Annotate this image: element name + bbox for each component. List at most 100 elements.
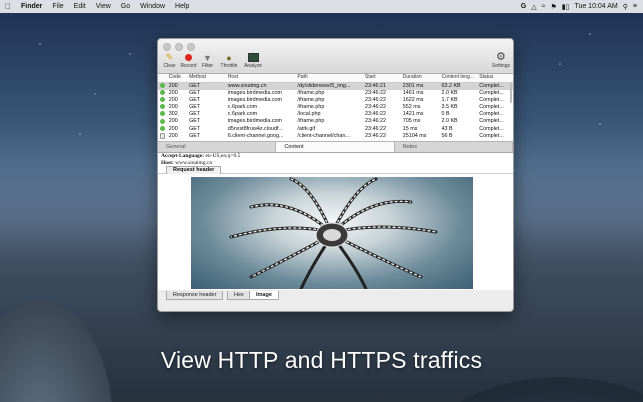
cell-path: /local.php bbox=[297, 111, 321, 118]
cell-host: www.sinaimg.cn bbox=[227, 83, 267, 89]
table-row[interactable]: 200 GET images.birdmedia.com/iframe.php 23:… bbox=[158, 118, 513, 125]
cell-code: 302 bbox=[168, 111, 178, 118]
cell-path: /atrk.gif bbox=[297, 125, 316, 132]
tab-content[interactable]: Content bbox=[276, 142, 395, 152]
battery-icon[interactable]: ▮▯ bbox=[562, 3, 570, 11]
cell-method: GET bbox=[189, 97, 201, 104]
table-row[interactable]: 302 GET c.6park.com/local.php 23:46:22 1421 … bbox=[158, 111, 513, 118]
table-row[interactable]: 200 GET images.birdmedia.com/iframe.php 23:… bbox=[158, 90, 513, 97]
cell-length: 63.2 KB bbox=[441, 83, 461, 89]
cell-status: Complet... bbox=[479, 125, 504, 132]
zoom-button[interactable] bbox=[187, 43, 195, 51]
col-length[interactable]: Content leng... bbox=[439, 74, 477, 82]
apple-icon[interactable]:  bbox=[0, 2, 16, 11]
col-path[interactable]: Path bbox=[295, 74, 363, 82]
tab-general[interactable]: General bbox=[158, 142, 277, 152]
throttle-button[interactable]: ● Throttle bbox=[218, 52, 240, 70]
table-row[interactable]: 200 GET www.sinaimg.cn/dy/slidenews/5_img.… bbox=[158, 83, 513, 91]
cell-host: d5nxst8fruw4z.cloudf... bbox=[227, 125, 283, 132]
menu-window[interactable]: Window bbox=[135, 3, 170, 10]
share-icon[interactable]: △ bbox=[531, 3, 536, 11]
cell-start: 23:46:22 bbox=[365, 132, 387, 139]
col-method[interactable]: Method bbox=[187, 74, 226, 82]
cell-length: 1.7 KB bbox=[441, 97, 458, 104]
cell-host: images.birdmedia.com bbox=[227, 97, 283, 104]
table-header: Code Method Host Path Start Duration Con… bbox=[158, 74, 513, 83]
analyze-button[interactable]: Analyze bbox=[242, 52, 264, 69]
cell-path: /iframe.php bbox=[297, 118, 325, 125]
clear-button[interactable]: ✎ Clear bbox=[161, 52, 178, 69]
col-host[interactable]: Host bbox=[226, 74, 296, 82]
search-icon[interactable]: ⚲ bbox=[623, 3, 628, 11]
close-button[interactable] bbox=[163, 43, 171, 51]
menu-help[interactable]: Help bbox=[170, 3, 194, 10]
col-start[interactable]: Start bbox=[363, 74, 401, 82]
cell-host: 6.client-channel.goog... bbox=[227, 132, 284, 139]
table-row[interactable]: 200 GET 6.client-channel.goog... /client-ch… bbox=[158, 132, 513, 140]
cell-status: Complet... bbox=[479, 97, 504, 104]
cell-host: images.birdmedia.com bbox=[227, 90, 283, 97]
menu-finder[interactable]: Finder bbox=[16, 3, 47, 10]
cell-start: 23:46:22 bbox=[365, 104, 387, 111]
menubar:  Finder File Edit View Go Window Help G… bbox=[0, 0, 643, 13]
status-dot-icon bbox=[158, 111, 167, 118]
record-icon bbox=[185, 52, 192, 63]
status-dot-icon bbox=[158, 125, 167, 133]
cell-status: Complet... bbox=[479, 90, 504, 97]
filter-button[interactable]: ▼ Filter bbox=[199, 52, 216, 70]
document-icon bbox=[158, 132, 167, 140]
content-tabs: Response header Hex Image bbox=[158, 290, 513, 300]
col-duration[interactable]: Duration bbox=[401, 74, 440, 82]
tab-request-header[interactable]: Request header bbox=[166, 166, 222, 174]
clock[interactable]: Tue 10:04 AM bbox=[574, 3, 617, 10]
status-dot-icon bbox=[158, 97, 167, 104]
tab-response-header[interactable]: Response header bbox=[166, 291, 224, 300]
menu-view[interactable]: View bbox=[91, 3, 116, 10]
tab-image[interactable]: Image bbox=[249, 291, 279, 300]
settings-button[interactable]: ⚙ Settings bbox=[492, 51, 510, 69]
table-row[interactable]: 200 GET d5nxst8fruw4z.cloudf... /atrk.gif 23… bbox=[158, 126, 513, 133]
record-button[interactable]: Record bbox=[180, 52, 197, 69]
flag-icon[interactable]: ⚑ bbox=[550, 3, 556, 11]
tab-notes[interactable]: Notes bbox=[395, 142, 513, 152]
cell-length: 43 B bbox=[441, 125, 453, 132]
table-row[interactable]: 200 GET c.6park.com/iframe.php 23:46:22 552 … bbox=[158, 104, 513, 111]
cell-code: 200 bbox=[168, 132, 178, 139]
cell-length: 2.0 KB bbox=[441, 90, 458, 97]
cell-method: GET bbox=[189, 132, 201, 139]
tab-hex[interactable]: Hex bbox=[227, 291, 251, 300]
image-preview-pane bbox=[158, 174, 513, 290]
app-window: ✎ Clear Record ▼ Filter ● Throttle Analy… bbox=[157, 38, 514, 312]
cell-path: /iframe.php bbox=[297, 104, 325, 111]
list-icon[interactable]: ≡ bbox=[633, 3, 637, 10]
cell-length: 2.0 KB bbox=[441, 118, 458, 125]
cell-code: 200 bbox=[168, 118, 178, 125]
col-code[interactable]: Code bbox=[167, 74, 187, 82]
status-dot-icon bbox=[158, 90, 167, 97]
window-controls bbox=[163, 43, 195, 51]
cell-method: GET bbox=[189, 83, 201, 89]
request-headers-pane: Accept-Language: en-US,en;q=0.5 Host: ww… bbox=[158, 153, 513, 174]
col-status[interactable]: Status bbox=[477, 74, 513, 82]
header-key: Accept-Language: bbox=[161, 153, 205, 159]
menu-file[interactable]: File bbox=[47, 3, 68, 10]
cell-duration: 15 ms bbox=[402, 125, 418, 132]
cell-duration: 1421 ms bbox=[402, 111, 424, 118]
cell-start: 23:46:22 bbox=[365, 90, 387, 97]
google-icon[interactable]: G bbox=[521, 3, 526, 10]
table-scrollbar[interactable] bbox=[510, 83, 512, 103]
cell-duration: 2301 ms bbox=[402, 83, 424, 89]
menu-go[interactable]: Go bbox=[116, 3, 135, 10]
cell-length: 56 B bbox=[441, 132, 453, 139]
gear-icon: ⚙ bbox=[496, 51, 506, 63]
cell-duration: 25104 ms bbox=[402, 132, 427, 139]
spider-image bbox=[229, 177, 438, 289]
minimize-button[interactable] bbox=[175, 43, 183, 51]
menu-edit[interactable]: Edit bbox=[69, 3, 91, 10]
cell-host: c.6park.com bbox=[227, 104, 258, 111]
toolbar: ✎ Clear Record ▼ Filter ● Throttle Analy… bbox=[158, 39, 513, 74]
table-row[interactable]: 200 GET images.birdmedia.com/iframe.php 23:… bbox=[158, 97, 513, 104]
wifi-icon[interactable]: ≈ bbox=[542, 3, 546, 10]
request-table: Code Method Host Path Start Duration Con… bbox=[158, 74, 513, 142]
status-dot-icon bbox=[158, 104, 167, 111]
